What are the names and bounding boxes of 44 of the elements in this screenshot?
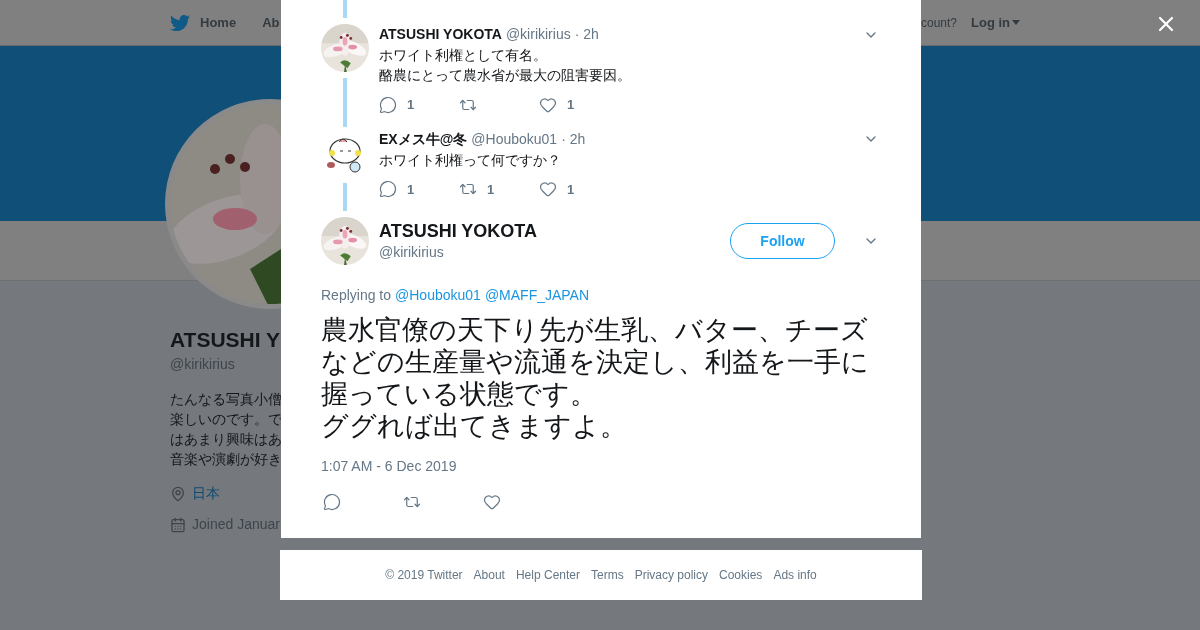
profile-bio: たんなる写真小僧 楽しいのです。で はあまり興味はあ 音楽や演劇が好き — [170, 390, 282, 469]
tweet-text: 農水官僚の天下り先が生乳、バター、チーズなどの生産量や流通を決定し、利益を一手に握っている状態です。 ググれば出てきますよ。 — [321, 314, 870, 442]
author-handle[interactable]: @kirikirius — [379, 241, 720, 263]
reply-icon[interactable] — [379, 95, 397, 114]
reply-text: ホワイト利権として有名。 酪農にとって農水省が最大の阻害要因。 — [379, 46, 632, 85]
reply-count: 1 — [407, 96, 415, 114]
author-handle[interactable]: @kirikirius — [505, 24, 571, 45]
nav-link[interactable]: Ab — [262, 12, 280, 33]
profile-handle: @kirikirius — [170, 355, 235, 374]
author-name[interactable]: EXメス牛@冬 — [379, 128, 468, 150]
calendar-icon — [170, 516, 186, 533]
account-prompt: count? — [920, 14, 957, 32]
footer-link[interactable]: Cookies — [719, 566, 763, 584]
footer-link[interactable]: Ads info — [773, 566, 817, 584]
tweet-time[interactable]: · 2h — [561, 128, 586, 150]
mention-link[interactable]: @MAFF_JAPAN — [484, 285, 590, 306]
profile-name: ATSUSHI Y — [170, 327, 281, 353]
author-name[interactable]: ATSUSHI YOKOTA — [379, 24, 502, 45]
footer-link[interactable]: Help Center — [515, 566, 580, 584]
retweet-count: 1 — [487, 180, 495, 199]
reply-count: 1 — [407, 180, 415, 199]
author-handle[interactable]: @Houboku01 — [471, 128, 558, 150]
like-icon[interactable] — [539, 95, 557, 114]
joined-date: Joined Januar — [192, 515, 280, 534]
author-name[interactable]: ATSUSHI YOKOTA — [379, 219, 720, 242]
caret-icon — [1012, 20, 1020, 25]
tweet-time[interactable]: · 2h — [574, 24, 599, 45]
like-count: 1 — [567, 180, 575, 199]
footer-link[interactable]: About — [473, 566, 505, 584]
replying-label: Replying to — [321, 286, 392, 305]
like-icon[interactable] — [483, 493, 501, 511]
footer-link[interactable]: Terms — [591, 566, 624, 584]
like-count: 1 — [567, 96, 575, 114]
footer-link[interactable]: © 2019 Twitter — [385, 566, 463, 584]
reply-text: ホワイト利権って何ですか？ — [379, 150, 562, 170]
like-icon[interactable] — [539, 180, 557, 199]
nav-link[interactable]: Home — [200, 12, 237, 33]
reply-icon[interactable] — [323, 493, 341, 511]
reply-icon[interactable] — [379, 180, 397, 199]
tweet-timestamp: 1:07 AM - 6 Dec 2019 — [321, 457, 458, 476]
login-button[interactable]: Log in — [971, 12, 1020, 33]
footer-link[interactable]: Privacy policy — [634, 566, 708, 584]
location-pin-icon — [170, 485, 186, 502]
mention-link[interactable]: @Houboku01 — [395, 285, 481, 306]
